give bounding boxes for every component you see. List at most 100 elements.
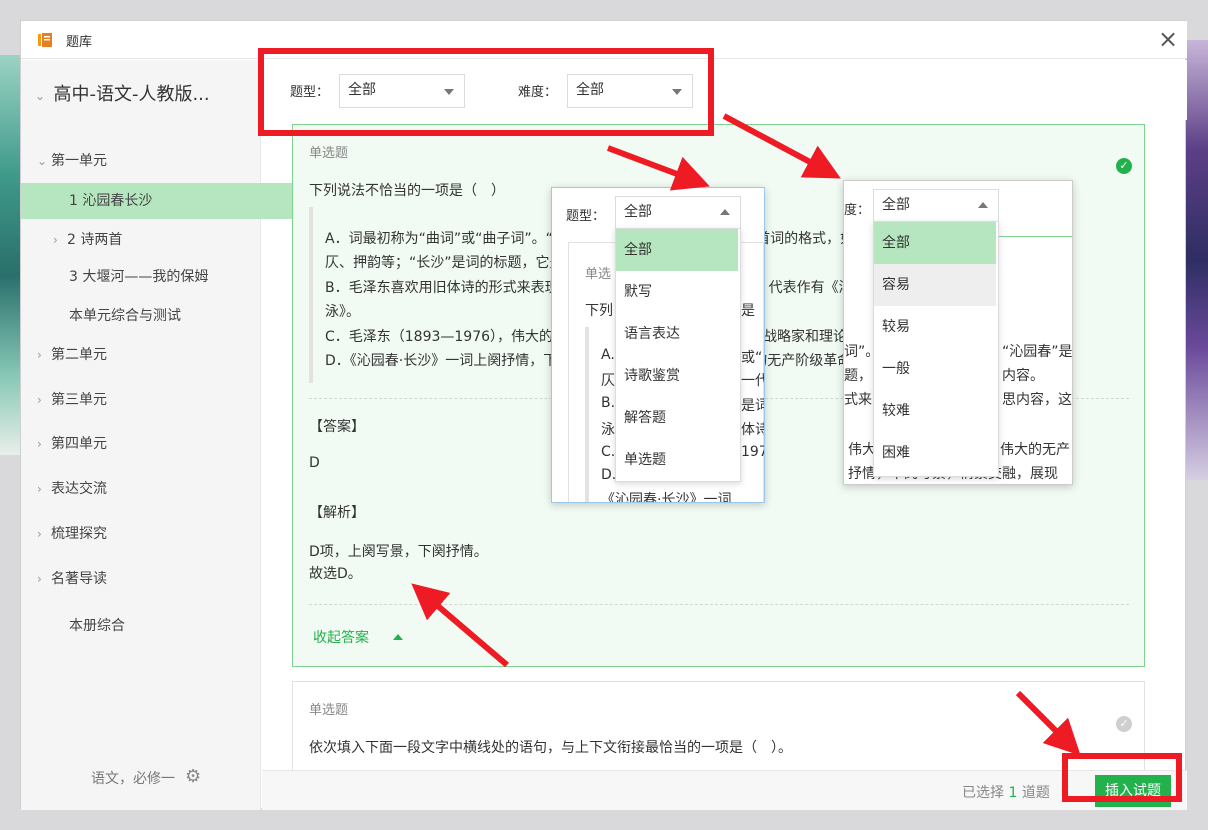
collapse-answer-link[interactable]: 收起答案 bbox=[313, 627, 369, 647]
dropdown-option[interactable]: 困难 bbox=[874, 432, 996, 474]
chevron-right-icon: › bbox=[37, 527, 42, 541]
type-dropdown-callout: 题型： 全部 单选 下列 A. 仄 B. 泳 C. D. 是（ 或“ 一代伟人的… bbox=[551, 187, 765, 503]
chevron-right-icon: › bbox=[37, 572, 42, 586]
difficulty-filter-label: 度： bbox=[844, 203, 871, 218]
background-text: 体诗的 bbox=[741, 422, 764, 438]
background-text: 伟大 bbox=[848, 442, 876, 458]
background-text: “沁园春”是 bbox=[1002, 344, 1073, 360]
sidebar-item[interactable]: 本册综合 bbox=[21, 608, 309, 644]
background-text: 单选 bbox=[585, 267, 612, 282]
background-rule bbox=[585, 327, 589, 502]
dropdown-option[interactable]: 单选题 bbox=[616, 439, 738, 481]
sidebar-item-label: 第二单元 bbox=[51, 347, 107, 363]
background-text: 泳 bbox=[601, 422, 615, 438]
dropdown-option[interactable]: 语言表达 bbox=[616, 313, 738, 355]
book-title: 高中-语文-人教版... bbox=[53, 84, 210, 105]
sidebar-item[interactable]: › 第三单元 bbox=[21, 382, 277, 418]
question-type-label: 单选题 bbox=[309, 146, 349, 161]
sidebar-item-label: 第四单元 bbox=[51, 436, 107, 452]
background-text: B. bbox=[601, 395, 616, 411]
answer-heading: 【答案】 bbox=[309, 419, 365, 435]
background-text: D. bbox=[601, 467, 617, 483]
sidebar-item[interactable]: › 表达交流 bbox=[21, 471, 277, 507]
chevron-down-icon: ⌄ bbox=[35, 89, 46, 103]
background-text: 1976 bbox=[741, 444, 764, 460]
question-card[interactable]: 单选题 依次填入下面一段文字中横线处的语句，与上下文衔接最恰当的一项是（ ）。 bbox=[292, 681, 1145, 775]
sidebar-item-label: 名著导读 bbox=[51, 571, 107, 587]
background-text: 一代伟人的楷 bbox=[741, 373, 764, 389]
background-text: C. bbox=[601, 444, 616, 460]
chevron-right-icon: › bbox=[37, 348, 42, 362]
highlight-box-insert bbox=[1062, 753, 1182, 802]
dropdown-option[interactable]: 默写 bbox=[616, 271, 738, 313]
selected-count: 1 bbox=[1008, 785, 1018, 801]
sidebar-item-label: 本单元综合与测试 bbox=[69, 308, 181, 324]
close-icon[interactable]: × bbox=[1154, 25, 1182, 53]
dropdown-option-all[interactable]: 全部 bbox=[616, 229, 738, 271]
sidebar-item-label: 本册综合 bbox=[69, 618, 125, 634]
analysis-line: D项，上阕写景，下阕抒情。 bbox=[309, 544, 488, 560]
selected-count-text: 已选择 1 道题 bbox=[962, 785, 1050, 801]
dropdown-option-easy[interactable]: 容易 bbox=[874, 264, 996, 306]
difficulty-filter-select-open[interactable]: 全部 bbox=[873, 189, 999, 223]
chevron-up-icon bbox=[393, 634, 403, 640]
sidebar-item-label: 第三单元 bbox=[51, 392, 107, 408]
sidebar-item[interactable]: 本单元综合与测试 bbox=[21, 298, 309, 334]
dropdown-option[interactable]: 较易 bbox=[874, 306, 996, 348]
chapter-sidebar: ⌄ 高中-语文-人教版... ⌄ 第一单元 1 沁园春长沙 › 2 诗两首 3 大堰河——… bbox=[21, 60, 309, 810]
book-icon bbox=[38, 33, 52, 47]
sidebar-item[interactable]: › 2 诗两首 bbox=[21, 222, 293, 258]
divider bbox=[309, 604, 1129, 605]
sidebar-item-label: 表达交流 bbox=[51, 481, 107, 497]
difficulty-dropdown-menu: 全部 容易 较易 一般 较难 困难 bbox=[873, 221, 999, 477]
type-filter-label: 题型： bbox=[566, 209, 606, 224]
check-circle-icon[interactable]: ✓ bbox=[1116, 158, 1132, 174]
background-text: 内容。 bbox=[1002, 368, 1044, 384]
bottom-bar: 已选择 1 道题 插入试题 bbox=[262, 770, 1187, 810]
question-stem: 依次填入下面一段文字中横线处的语句，与上下文衔接最恰当的一项是（ ）。 bbox=[309, 740, 792, 756]
type-filter-select-open[interactable]: 全部 bbox=[615, 196, 741, 230]
sidebar-item[interactable]: › 梳理探究 bbox=[21, 516, 277, 552]
background-text: 下列 bbox=[585, 303, 613, 319]
sidebar-item-label: 1 沁园春长沙 bbox=[69, 193, 153, 209]
background-text: 是（ bbox=[741, 303, 764, 319]
book-selector[interactable]: ⌄ 高中-语文-人教版... bbox=[21, 77, 275, 113]
sidebar-item-label: 2 诗两首 bbox=[67, 232, 123, 248]
highlight-box-filters bbox=[258, 48, 714, 136]
chevron-right-icon: › bbox=[37, 393, 42, 407]
analysis-line: 故选D。 bbox=[309, 566, 362, 582]
analysis-heading: 【解析】 bbox=[309, 505, 365, 521]
sidebar-item[interactable]: › 第四单元 bbox=[21, 426, 277, 462]
sidebar-item-label: 3 大堰河——我的保姆 bbox=[69, 269, 209, 285]
dropdown-option-all[interactable]: 全部 bbox=[874, 222, 996, 264]
check-circle-icon[interactable]: ✓ bbox=[1116, 716, 1132, 732]
sidebar-item-label: 梳理探究 bbox=[51, 526, 107, 542]
background-text: 题， bbox=[844, 368, 872, 384]
answer-value: D bbox=[309, 455, 320, 471]
sidebar-item[interactable]: ⌄ 第一单元 bbox=[21, 143, 277, 179]
background-card-edge bbox=[999, 236, 1072, 237]
chevron-up-icon bbox=[720, 209, 730, 215]
chevron-right-icon: › bbox=[37, 437, 42, 451]
dropdown-option[interactable]: 诗歌鉴赏 bbox=[616, 355, 738, 397]
dropdown-option[interactable]: 解答题 bbox=[616, 397, 738, 439]
dialog-title: 题库 bbox=[66, 35, 93, 50]
sidebar-item[interactable]: › 名著导读 bbox=[21, 561, 277, 597]
sidebar-item[interactable]: › 第二单元 bbox=[21, 337, 277, 373]
chevron-up-icon bbox=[978, 202, 988, 208]
gear-icon[interactable]: ⚙ bbox=[185, 768, 203, 786]
question-type-label: 单选题 bbox=[309, 703, 349, 718]
background-text: 式来 bbox=[844, 392, 872, 408]
background-watercolor-right bbox=[1184, 40, 1208, 480]
background-text: A. bbox=[601, 347, 615, 363]
sidebar-item[interactable]: 1 沁园春长沙 bbox=[21, 183, 309, 219]
sidebar-item[interactable]: 3 大堰河——我的保姆 bbox=[21, 259, 309, 295]
type-dropdown-menu: 全部 默写 语言表达 诗歌鉴赏 解答题 单选题 bbox=[615, 228, 741, 482]
chevron-right-icon: › bbox=[37, 482, 42, 496]
sidebar-item-label: 第一单元 bbox=[51, 153, 107, 169]
chevron-right-icon: › bbox=[53, 233, 58, 247]
dropdown-option[interactable]: 一般 bbox=[874, 348, 996, 390]
type-filter-value: 全部 bbox=[624, 204, 652, 220]
dropdown-option[interactable]: 较难 bbox=[874, 390, 996, 432]
background-text: 是词的 bbox=[741, 398, 764, 414]
